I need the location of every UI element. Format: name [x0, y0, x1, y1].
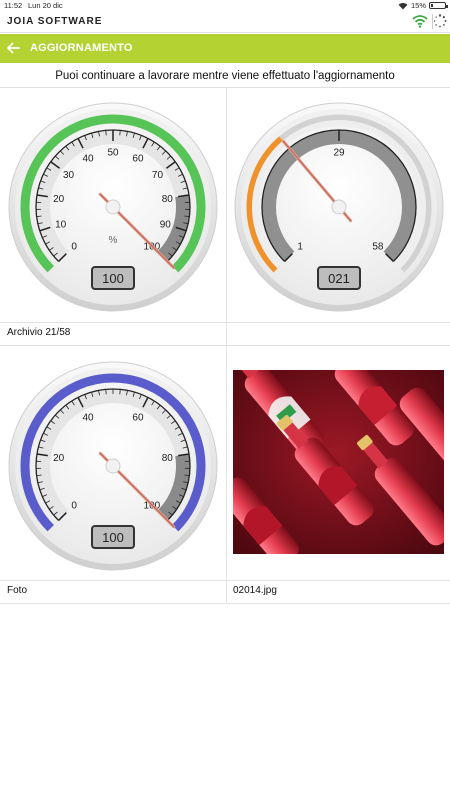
- gauge-tick-label: 10: [55, 219, 67, 230]
- status-bar: 11:52 Lun 20 dic 15%: [0, 0, 450, 11]
- filename-label: 02014.jpg: [233, 585, 277, 596]
- grid-divider: [0, 345, 450, 346]
- grid-divider: [0, 322, 450, 323]
- gauge-readout: 021: [328, 271, 350, 286]
- title-bar: AGGIORNAMENTO: [0, 34, 450, 63]
- gauge-tick-label: 70: [152, 170, 164, 181]
- photo-preview[interactable]: [233, 370, 444, 554]
- gauge-tick-label: 1: [297, 241, 303, 252]
- gauge-tick-label: 50: [107, 148, 119, 159]
- wifi-icon[interactable]: [412, 14, 428, 28]
- gauge-needle-cap: [105, 458, 121, 474]
- percent-gauge: 0102030405060708090100%100: [8, 102, 218, 312]
- status-time: 11:52: [4, 1, 23, 10]
- wifi-status-icon: [398, 2, 408, 9]
- gauge-tick-label: 80: [162, 453, 174, 464]
- gauge-needle-cap: [105, 199, 121, 215]
- photo-label: Foto: [7, 585, 28, 596]
- gauge-readout: 100: [102, 530, 124, 545]
- gauge-tick-label: 80: [162, 194, 174, 205]
- gauge-tick-label: 40: [82, 153, 94, 164]
- status-date: Lun 20 dic: [28, 1, 63, 10]
- gauge-tick-label: 90: [160, 219, 172, 230]
- sync-spinner-icon[interactable]: [433, 14, 447, 28]
- gauge-unit-label: %: [109, 235, 118, 246]
- gauge-tick-label: 58: [372, 241, 384, 252]
- grid-divider-vertical: [226, 88, 227, 604]
- gauge-tick-label: 20: [53, 453, 65, 464]
- update-notice: Puoi continuare a lavorare mentre viene …: [0, 64, 450, 88]
- app-bar: JOIA SOFTWARE: [0, 11, 450, 33]
- gauge-tick-label: 0: [71, 500, 77, 511]
- battery-icon: [429, 2, 448, 9]
- photo-image: [233, 370, 444, 554]
- grid-divider: [0, 603, 450, 604]
- battery-percent: 15%: [410, 1, 426, 10]
- gauge-tick-label: 0: [71, 241, 77, 252]
- status-right: 15%: [398, 1, 448, 10]
- gauge-tick-label: 60: [132, 412, 144, 423]
- archive-gauge: 1 29 58 021: [234, 102, 444, 312]
- photo-progress-gauge: 020406080100100: [8, 361, 218, 571]
- gauge-tick-label: 40: [82, 412, 94, 423]
- brand-name: JOIA SOFTWARE: [7, 16, 103, 27]
- gauge-tick-label: 20: [53, 194, 65, 205]
- gauge-tick-label: 30: [63, 170, 75, 181]
- page-title: AGGIORNAMENTO: [30, 42, 133, 54]
- archive-label: Archivio 21/58: [7, 327, 71, 338]
- gauge-tick-label: 29: [333, 148, 345, 159]
- gauge-readout: 100: [102, 271, 124, 286]
- gauge-needle-cap: [331, 199, 347, 215]
- gauge-tick-label: 60: [132, 153, 144, 164]
- grid-divider: [0, 580, 450, 581]
- back-arrow-icon[interactable]: [6, 41, 20, 55]
